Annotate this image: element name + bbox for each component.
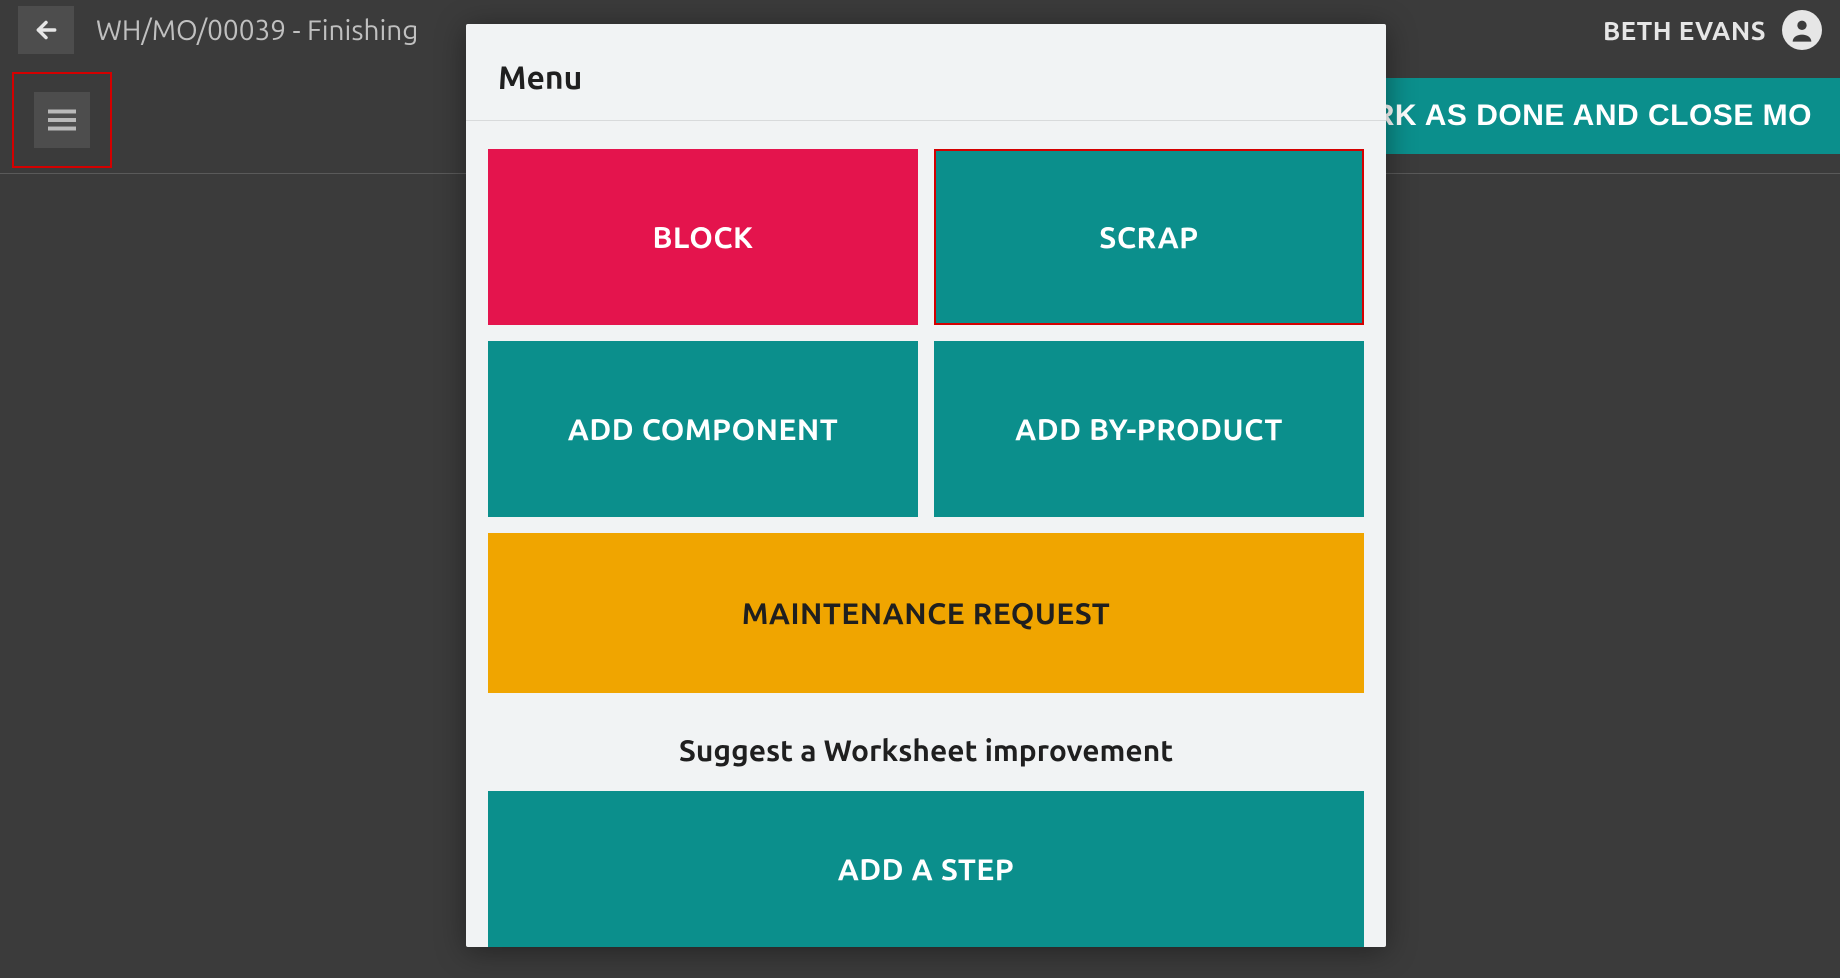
suggest-heading: Suggest a Worksheet improvement xyxy=(488,709,1364,775)
add-step-button[interactable]: ADD A STEP xyxy=(488,791,1364,947)
menu-modal: Menu BLOCK SCRAP ADD COMPONENT ADD BY-PR… xyxy=(466,24,1386,947)
mark-done-button[interactable]: ARK AS DONE AND CLOSE MO xyxy=(1323,78,1840,154)
menu-grid: BLOCK SCRAP ADD COMPONENT ADD BY-PRODUCT… xyxy=(466,121,1386,947)
scrap-button[interactable]: SCRAP xyxy=(936,151,1362,323)
maintenance-request-button[interactable]: MAINTENANCE REQUEST xyxy=(488,533,1364,693)
user-name: BETH EVANS xyxy=(1603,16,1766,45)
add-by-product-button[interactable]: ADD BY-PRODUCT xyxy=(934,341,1364,517)
avatar[interactable] xyxy=(1782,10,1822,50)
arrow-left-icon xyxy=(33,17,59,43)
page-title: WH/MO/00039 - Finishing xyxy=(96,15,418,46)
user-avatar-icon xyxy=(1788,16,1816,44)
hamburger-highlight xyxy=(12,72,112,168)
hamburger-icon xyxy=(48,108,76,132)
back-button[interactable] xyxy=(18,6,74,54)
menu-button[interactable] xyxy=(34,92,90,148)
block-button[interactable]: BLOCK xyxy=(488,149,918,325)
scrap-highlight: SCRAP xyxy=(934,149,1364,325)
menu-title: Menu xyxy=(466,24,1386,121)
add-component-button[interactable]: ADD COMPONENT xyxy=(488,341,918,517)
